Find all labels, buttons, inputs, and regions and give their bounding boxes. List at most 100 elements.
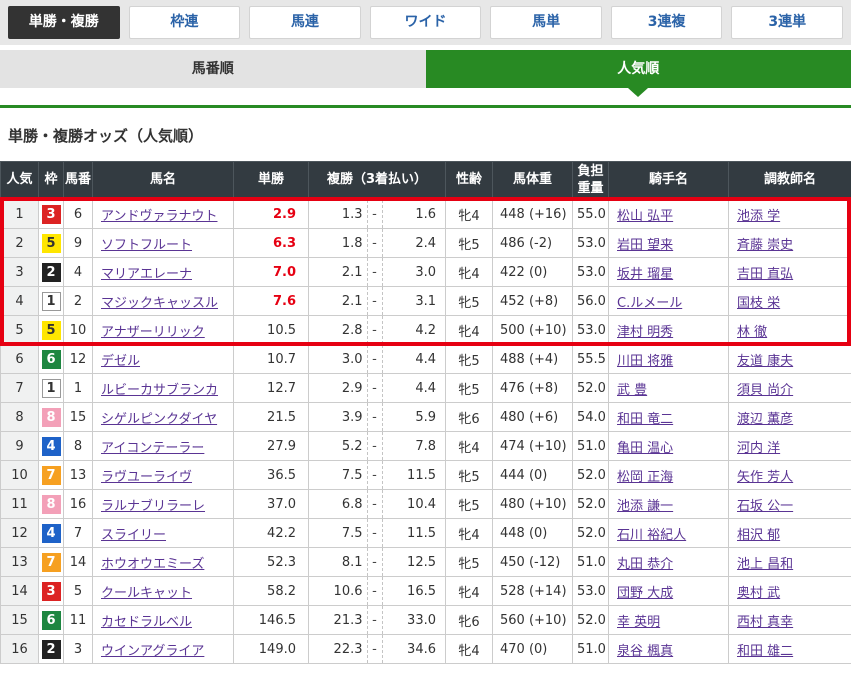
sex-age-cell: 牝5 bbox=[446, 548, 493, 577]
bet-tab-wide[interactable]: ワイド bbox=[370, 6, 482, 39]
trainer-link[interactable]: 林 徹 bbox=[737, 325, 767, 340]
jockey-link[interactable]: 団野 大成 bbox=[617, 586, 673, 601]
place-odds-low: 7.5 bbox=[309, 468, 367, 483]
sort-tab-popularity[interactable]: 人気順 bbox=[426, 50, 851, 88]
rank-cell: 7 bbox=[1, 374, 39, 403]
jockey-link[interactable]: 松山 弘平 bbox=[617, 209, 673, 224]
horse-link[interactable]: アンドヴァラナウト bbox=[101, 209, 217, 224]
horse-name-cell: ホウオウエミーズ bbox=[93, 548, 234, 577]
horse-link[interactable]: ルビーカサブランカ bbox=[101, 383, 218, 398]
horse-link[interactable]: ウインアグライア bbox=[101, 644, 204, 659]
jockey-link[interactable]: 岩田 望来 bbox=[617, 238, 673, 253]
odds-table: 人気 枠 馬番 馬名 単勝 複勝（3着払い） 性齢 馬体重 負担重量 騎手名 調… bbox=[0, 161, 851, 664]
horse-link[interactable]: アイコンテーラー bbox=[101, 441, 204, 456]
waku-cell: 2 bbox=[39, 258, 64, 287]
horse-link[interactable]: ラヴユーライヴ bbox=[101, 470, 192, 485]
odds-table-body: 136アンドヴァラナウト2.91.3-1.6牝4448 (+16)55.0松山 … bbox=[1, 200, 851, 664]
jockey-link[interactable]: 池添 謙一 bbox=[617, 499, 673, 514]
rank-cell: 2 bbox=[1, 229, 39, 258]
col-header-horse: 馬名 bbox=[93, 162, 234, 200]
trainer-link[interactable]: 国枝 栄 bbox=[737, 296, 780, 311]
horse-link[interactable]: マジックキャッスル bbox=[101, 296, 218, 311]
horse-link[interactable]: ラルナブリラーレ bbox=[101, 499, 205, 514]
horse-link[interactable]: クールキャット bbox=[101, 586, 192, 601]
jockey-link[interactable]: 川田 将雅 bbox=[617, 354, 673, 369]
jockey-link[interactable]: 坂井 瑠星 bbox=[617, 267, 673, 282]
horse-weight-cell: 560 (+10) bbox=[493, 606, 573, 635]
jockey-link[interactable]: 武 豊 bbox=[617, 383, 647, 398]
bet-tab-win-place[interactable]: 単勝・複勝 bbox=[8, 6, 120, 39]
bet-tab-wakuren[interactable]: 枠連 bbox=[129, 6, 241, 39]
jockey-link[interactable]: 津村 明秀 bbox=[617, 325, 673, 340]
jockey-link[interactable]: 亀田 温心 bbox=[617, 441, 673, 456]
place-odds-high: 4.2 bbox=[383, 323, 446, 338]
horse-link[interactable]: カセドラルベル bbox=[101, 615, 192, 630]
trainer-link[interactable]: 相沢 郁 bbox=[737, 528, 780, 543]
trainer-link[interactable]: 池添 学 bbox=[737, 209, 780, 224]
trainer-link[interactable]: 渡辺 薫彦 bbox=[737, 412, 793, 427]
col-header-place: 複勝（3着払い） bbox=[309, 162, 446, 200]
horse-name-cell: スライリー bbox=[93, 519, 234, 548]
horse-link[interactable]: マリアエレーナ bbox=[101, 267, 192, 282]
trainer-cell: 須貝 尚介 bbox=[729, 374, 851, 403]
horse-link[interactable]: シゲルピンクダイヤ bbox=[101, 412, 217, 427]
trainer-link[interactable]: 吉田 直弘 bbox=[737, 267, 793, 282]
impost-cell: 53.0 bbox=[573, 316, 609, 345]
trainer-link[interactable]: 奥村 武 bbox=[737, 586, 780, 601]
rank-cell: 3 bbox=[1, 258, 39, 287]
waku-badge: 6 bbox=[42, 611, 61, 630]
jockey-link[interactable]: 丸田 恭介 bbox=[617, 557, 673, 572]
bet-tab-umatan[interactable]: 馬単 bbox=[490, 6, 602, 39]
jockey-link[interactable]: 石川 裕紀人 bbox=[617, 528, 686, 543]
rank-cell: 8 bbox=[1, 403, 39, 432]
horse-weight-cell: 448 (+16) bbox=[493, 200, 573, 229]
waku-cell: 2 bbox=[39, 635, 64, 664]
place-odds-high: 12.5 bbox=[383, 555, 446, 570]
sex-age-cell: 牝5 bbox=[446, 229, 493, 258]
bet-tab-umaren[interactable]: 馬連 bbox=[249, 6, 361, 39]
horse-number-cell: 4 bbox=[64, 258, 93, 287]
jockey-link[interactable]: 松岡 正海 bbox=[617, 470, 673, 485]
horse-link[interactable]: ソフトフルート bbox=[101, 238, 192, 253]
bet-tab-sanrentan[interactable]: 3連単 bbox=[731, 6, 843, 39]
sort-tab-horse-number[interactable]: 馬番順 bbox=[0, 50, 426, 88]
horse-link[interactable]: スライリー bbox=[101, 528, 166, 543]
sex-age-cell: 牝4 bbox=[446, 200, 493, 229]
trainer-link[interactable]: 西村 真幸 bbox=[737, 615, 793, 630]
place-odds-separator: - bbox=[367, 548, 383, 576]
waku-cell: 6 bbox=[39, 606, 64, 635]
place-odds-high: 4.4 bbox=[383, 352, 446, 367]
place-odds-high: 2.4 bbox=[383, 236, 446, 251]
trainer-cell: 河内 洋 bbox=[729, 432, 851, 461]
horse-link[interactable]: アナザーリリック bbox=[101, 325, 205, 340]
impost-cell: 51.0 bbox=[573, 635, 609, 664]
jockey-link[interactable]: 和田 竜二 bbox=[617, 412, 673, 427]
horse-weight-cell: 486 (-2) bbox=[493, 229, 573, 258]
horse-link[interactable]: デゼル bbox=[101, 354, 140, 369]
trainer-link[interactable]: 斉藤 崇史 bbox=[737, 238, 793, 253]
horse-link[interactable]: ホウオウエミーズ bbox=[101, 557, 204, 572]
horse-number-cell: 6 bbox=[64, 200, 93, 229]
jockey-link[interactable]: 泉谷 楓真 bbox=[617, 644, 673, 659]
jockey-link[interactable]: C.ルメール bbox=[617, 296, 682, 311]
waku-badge: 4 bbox=[42, 437, 61, 456]
trainer-link[interactable]: 矢作 芳人 bbox=[737, 470, 793, 485]
sex-age-cell: 牝5 bbox=[446, 374, 493, 403]
horse-weight-cell: 500 (+10) bbox=[493, 316, 573, 345]
trainer-link[interactable]: 池上 昌和 bbox=[737, 557, 793, 572]
table-row: 948アイコンテーラー27.95.2-7.8牝4474 (+10)51.0亀田 … bbox=[1, 432, 851, 461]
trainer-link[interactable]: 和田 雄二 bbox=[737, 644, 793, 659]
trainer-link[interactable]: 友道 康夫 bbox=[737, 354, 793, 369]
jockey-link[interactable]: 幸 英明 bbox=[617, 615, 660, 630]
place-odds-low: 6.8 bbox=[309, 497, 367, 512]
place-odds-high: 4.4 bbox=[383, 381, 446, 396]
trainer-link[interactable]: 河内 洋 bbox=[737, 441, 780, 456]
bet-tab-sanrenpuku[interactable]: 3連複 bbox=[611, 6, 723, 39]
impost-cell: 53.0 bbox=[573, 229, 609, 258]
win-odds-cell: 149.0 bbox=[234, 635, 309, 664]
place-odds-range: 1.3-1.6 bbox=[309, 200, 445, 228]
rank-cell: 10 bbox=[1, 461, 39, 490]
trainer-link[interactable]: 石坂 公一 bbox=[737, 499, 793, 514]
trainer-link[interactable]: 須貝 尚介 bbox=[737, 383, 793, 398]
jockey-cell: 岩田 望来 bbox=[609, 229, 729, 258]
